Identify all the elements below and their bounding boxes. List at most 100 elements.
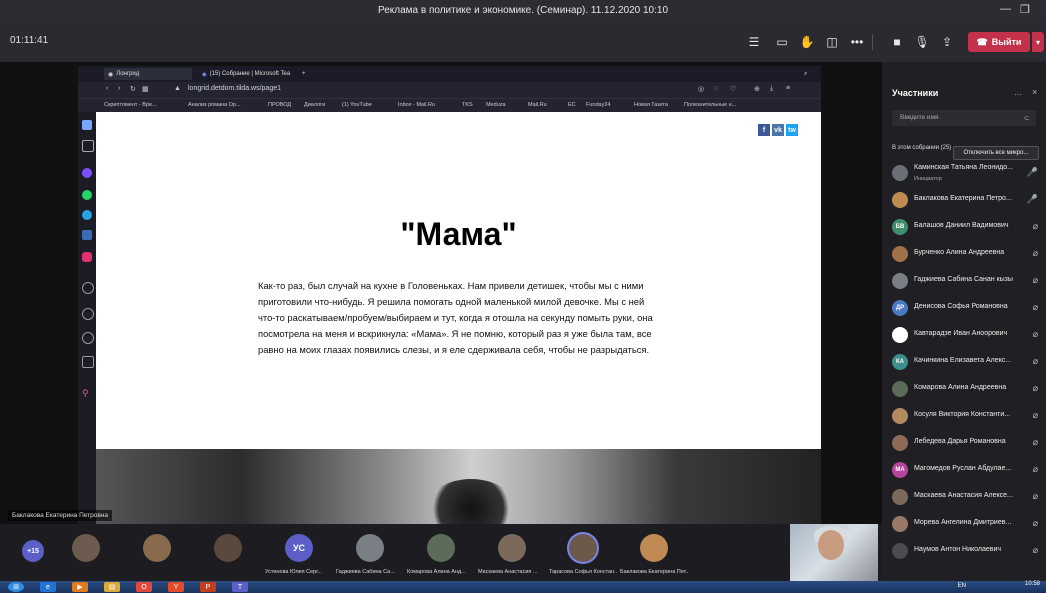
mic-off-icon[interactable]: ⌀ (1033, 329, 1038, 340)
participant-row[interactable]: Комарова Алина Андреевна ⌀ (892, 378, 1042, 400)
facebook-share-icon[interactable]: f (758, 124, 770, 136)
taskbar-clock[interactable]: 10:58 (1025, 581, 1040, 587)
mic-off-icon[interactable]: ⌀ (1033, 518, 1038, 529)
bookmark-item[interactable]: TKS (462, 102, 473, 108)
mic-on-icon[interactable]: 🎤 (1027, 194, 1038, 205)
leave-button[interactable]: ☎ Выйти (968, 32, 1030, 52)
home-icon[interactable] (82, 140, 94, 152)
extensions-icon[interactable]: ⊕ (754, 85, 760, 93)
raise-hand-icon[interactable]: ✋ (798, 33, 816, 51)
powerpoint-icon[interactable]: P (200, 582, 216, 592)
maximize-icon[interactable]: ❐ (1020, 3, 1030, 16)
in-meeting-header[interactable]: В этом собрании (25) (892, 144, 952, 152)
mic-off-icon[interactable]: ⌀ (1033, 464, 1038, 475)
vk-share-icon[interactable]: vk (772, 124, 784, 136)
bookmark-item[interactable]: EC (568, 102, 576, 108)
minimize-icon[interactable]: — (1000, 3, 1011, 15)
messenger-icon[interactable] (82, 168, 92, 178)
share-screen-icon[interactable]: ⇪ (938, 33, 956, 51)
mute-all-button[interactable]: Отключить все микро... (953, 146, 1039, 160)
player-icon[interactable] (82, 282, 94, 294)
bookmark-item[interactable]: Полезнительные н... (684, 102, 736, 108)
mic-off-icon[interactable]: ⌀ (1033, 410, 1038, 421)
heart-icon[interactable]: ♡ (730, 85, 736, 93)
history-icon[interactable] (82, 332, 94, 344)
bookmark-item[interactable]: Mail.Ru (528, 102, 547, 108)
instagram-icon[interactable] (82, 252, 92, 262)
speed-dial-icon[interactable] (82, 120, 92, 130)
participant-row[interactable]: Гаджиева Сабина Санан кызы ⌀ (892, 270, 1042, 292)
vk-icon[interactable] (82, 230, 92, 240)
participant-row[interactable]: Баклакова Екатерина Петро... 🎤 (892, 189, 1042, 211)
browser-tab[interactable]: ◉ Лонгрид (104, 68, 192, 80)
participants-icon[interactable]: ☰ (745, 33, 763, 51)
forward-icon[interactable]: › (118, 85, 120, 92)
bookmark-item[interactable]: Новая Газета (634, 102, 668, 108)
mic-off-icon[interactable]: ⌀ (1033, 248, 1038, 259)
mic-on-icon[interactable]: 🎤 (1027, 167, 1038, 178)
search-tabs-icon[interactable]: ⌕ (800, 68, 811, 80)
close-icon[interactable]: × (1032, 87, 1037, 97)
browser-tab[interactable]: ◆ (15) Собрание | Microsoft Tea (198, 68, 302, 80)
opera-icon[interactable]: O (136, 582, 152, 592)
video-tile[interactable]: Маскаева Анастасия ... (476, 526, 548, 579)
camera-icon[interactable]: ◎ (698, 85, 704, 93)
video-tile[interactable]: Комарова Алина Анд... (405, 526, 477, 579)
participant-row[interactable]: Бурченко Алина Андреевна ⌀ (892, 243, 1042, 265)
mic-off-icon[interactable]: ⌀ (1033, 221, 1038, 232)
bookmark-item[interactable]: Meduza (486, 102, 506, 108)
participant-row[interactable]: Наумов Антон Николаевич ⌀ (892, 540, 1042, 562)
ie-icon[interactable]: e (40, 582, 56, 592)
whatsapp-icon[interactable] (82, 190, 92, 200)
heart-icon[interactable] (82, 308, 94, 320)
start-icon[interactable]: ⊞ (8, 582, 24, 592)
video-tile[interactable] (50, 526, 122, 579)
mic-off-icon[interactable]: ⌀ (1033, 491, 1038, 502)
mic-off-icon[interactable]: ⌀ (1033, 545, 1038, 556)
bookmark-item[interactable]: Скриптомент - Вре... (104, 102, 157, 108)
video-tile[interactable] (121, 526, 193, 579)
yandex-icon[interactable]: Y (168, 582, 184, 592)
twitter-share-icon[interactable]: tw (786, 124, 798, 136)
url-field[interactable]: longrid.detdom.tilda.ws/page1 (188, 85, 281, 92)
share-invite-icon[interactable]: ⊂ (1024, 114, 1029, 122)
camera-icon[interactable]: ■ (888, 33, 906, 51)
back-icon[interactable]: ‹ (106, 85, 108, 92)
video-tile[interactable]: Гаджиева Сабина Са... (334, 526, 406, 579)
more-icon[interactable]: ••• (848, 33, 866, 51)
tabs-grid-icon[interactable]: ▦ (142, 85, 149, 93)
settings-icon[interactable] (82, 356, 94, 368)
participant-row[interactable]: ДР Денисова Софья Романовна ⌀ (892, 297, 1042, 319)
participant-row[interactable]: Морева Ангелина Дмитриев... ⌀ (892, 513, 1042, 535)
bookmark-item[interactable]: Анализ романа Ор... (188, 102, 241, 108)
chat-icon[interactable]: ▭ (773, 33, 791, 51)
video-tile[interactable]: Баклакова Екатерина Пет... (618, 526, 690, 579)
mic-icon[interactable]: 🎙 (913, 33, 931, 51)
bookmark-item[interactable]: (1) YouTube (342, 102, 372, 108)
mic-off-icon[interactable]: ⌀ (1033, 437, 1038, 448)
rooms-icon[interactable]: ◫ (823, 33, 841, 51)
video-tile[interactable] (192, 526, 264, 579)
participant-row[interactable]: Кавтарадзе Иван Аноорович ⌀ (892, 324, 1042, 346)
explorer-icon[interactable]: ▤ (104, 582, 120, 592)
download-icon[interactable]: ⤓ (770, 85, 773, 93)
participant-row[interactable]: БВ Балашов Даниил Вадимович ⌀ (892, 216, 1042, 238)
bookmark-item[interactable]: Inbox - Mail.Ru (398, 102, 435, 108)
teams-icon[interactable]: T (232, 582, 248, 592)
participant-row[interactable]: КА Качинкина Елизавета Алекс... ⌀ (892, 351, 1042, 373)
bookmark-item[interactable]: Диалоги (304, 102, 325, 108)
language-indicator[interactable]: EN (958, 583, 966, 589)
participant-row[interactable]: Лебедева Дарья Романовна ⌀ (892, 432, 1042, 454)
participant-row[interactable]: Косуля Виктория Константи... ⌀ (892, 405, 1042, 427)
more-participants-badge[interactable]: +15 (22, 540, 44, 562)
participant-row[interactable]: Маскаева Анастасия Алексе... ⌀ (892, 486, 1042, 508)
video-tile[interactable]: Тарасова Софья Констан... (547, 526, 619, 579)
leave-options-button[interactable]: ▾ (1032, 32, 1044, 52)
pin-icon[interactable]: ⚲ (82, 388, 92, 398)
vpn-icon[interactable]: ◌ (714, 85, 718, 92)
participant-row[interactable]: МА Магомедов Руслан Абдулае... ⌀ (892, 459, 1042, 481)
participant-row[interactable]: Каминская Татьяна Леонидо... Инициатор 🎤 (892, 162, 1042, 184)
mic-off-icon[interactable]: ⌀ (1033, 275, 1038, 286)
new-tab-button[interactable]: + (298, 68, 310, 80)
telegram-icon[interactable] (82, 210, 92, 220)
